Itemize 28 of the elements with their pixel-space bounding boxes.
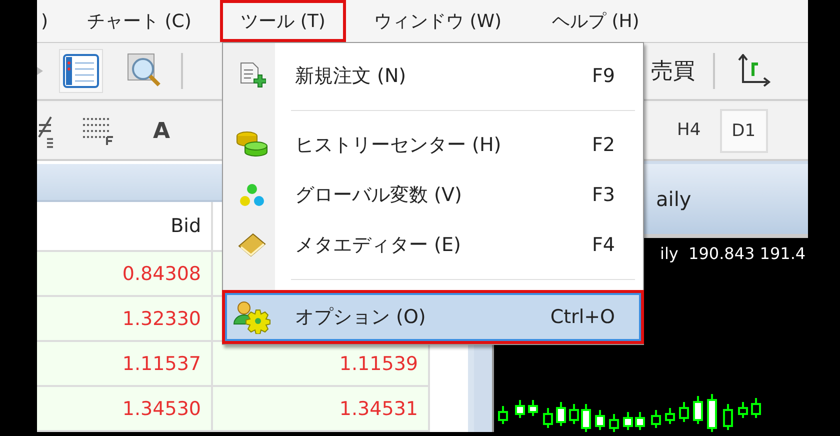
bid-cell: 1.34530: [37, 387, 213, 432]
bid-cell: 1.11537: [37, 342, 213, 387]
menu-item[interactable]: ウィンドウ (W): [370, 0, 506, 42]
menu-item[interactable]: ): [37, 0, 52, 42]
dotted-lines-icon[interactable]: [81, 115, 115, 147]
ask-cell: 1.11539: [213, 342, 430, 387]
navigator-button[interactable]: [59, 49, 103, 93]
bid-cell: 1.32330: [37, 297, 213, 342]
timeframe-button[interactable]: H4: [666, 109, 712, 153]
book-icon: [237, 232, 267, 258]
menu-option[interactable]: メタエディター (E) F4: [225, 220, 641, 270]
list-icon: [63, 53, 99, 89]
toolbar-label[interactable]: 売買: [651, 56, 695, 86]
timeframe-button[interactable]: D1: [720, 109, 768, 153]
colored-circles-icon: [239, 183, 265, 207]
chart-info: ily 190.843 191.4: [660, 244, 806, 263]
menu-option[interactable]: ヒストリーセンター (H) F2: [225, 120, 641, 170]
menu-option[interactable]: 新規注文 (N) F9: [225, 51, 641, 101]
menu-item[interactable]: ツール (T): [220, 0, 346, 42]
bid-cell: 0.84308: [37, 252, 213, 297]
chart-title: aily: [656, 187, 692, 211]
menu-option[interactable]: オプション (O) Ctrl+O: [225, 293, 641, 341]
menu-option[interactable]: グローバル変数 (V) F3: [225, 170, 641, 220]
menu-item[interactable]: ヘルプ (H): [548, 0, 644, 42]
user-gear-icon: [233, 300, 271, 334]
ask-cell: 1.34531: [213, 387, 430, 432]
text-tool-button[interactable]: A: [153, 118, 170, 144]
menu-item[interactable]: チャート (C): [83, 0, 196, 42]
